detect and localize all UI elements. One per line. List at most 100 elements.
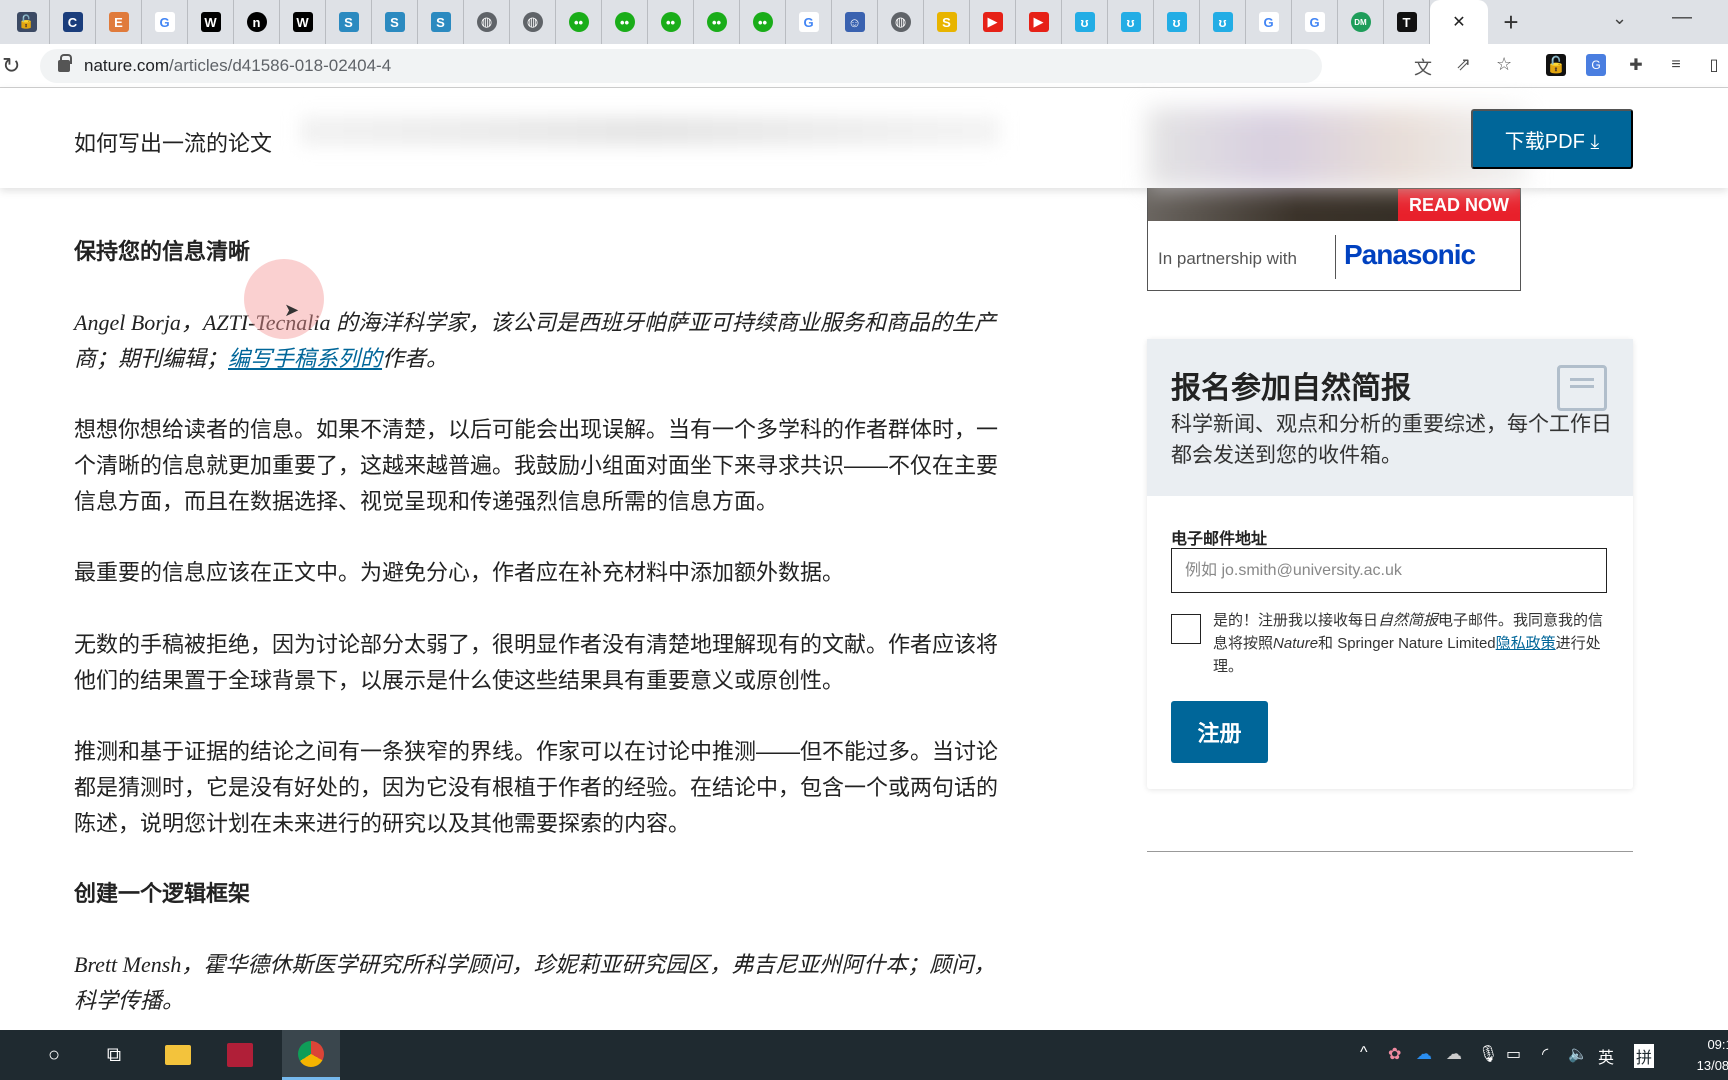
browser-tab[interactable]: ◍ <box>510 0 556 44</box>
browser-tab[interactable]: •• <box>694 0 740 44</box>
browser-tab[interactable]: ☺ <box>832 0 878 44</box>
browser-tab[interactable]: •• <box>556 0 602 44</box>
s-cube-icon: S <box>338 12 359 32</box>
reload-icon[interactable]: ↻ <box>2 53 20 79</box>
browser-tab[interactable]: S <box>924 0 970 44</box>
google-icon: G <box>1304 12 1325 32</box>
article-sticky-header: 如何写出一流的论文 下载PDF ⤓ <box>0 88 1728 188</box>
browser-tab[interactable]: C <box>50 0 96 44</box>
newsletter-title: 报名参加自然简报 <box>1171 372 1411 405</box>
browser-tab[interactable]: ◍ <box>464 0 510 44</box>
browser-tab[interactable]: G <box>1292 0 1338 44</box>
email-field[interactable] <box>1171 548 1607 593</box>
lock-open-icon: 🔓 <box>16 12 37 32</box>
new-tab-button[interactable]: + <box>1488 7 1534 38</box>
paragraph: 想想你想给读者的信息。如果不清楚，以后可能会出现误解。当有一个多学科的作者群体时… <box>74 417 999 514</box>
browser-tab[interactable]: G <box>142 0 188 44</box>
wifi-icon[interactable]: ◜ <box>1542 1044 1548 1064</box>
divider <box>1147 851 1633 852</box>
author-affiliation: ，霍华德休斯医学研究所科学顾问，珍妮莉亚研究园区，弗吉尼亚州阿什本；顾问，科学传… <box>74 952 996 1013</box>
bookmark-star-icon[interactable]: ☆ <box>1496 54 1512 75</box>
browser-tab[interactable]: •• <box>648 0 694 44</box>
mouse-pointer-icon: ➤ <box>284 300 300 320</box>
browser-tab[interactable]: G <box>1246 0 1292 44</box>
volume-icon[interactable]: 🔈 <box>1568 1044 1588 1064</box>
mendeley-icon[interactable] <box>222 1030 258 1080</box>
ime-mode[interactable]: 拼 <box>1634 1044 1655 1068</box>
close-tab-icon[interactable]: ✕ <box>1452 12 1465 32</box>
paragraph: 推测和基于证据的结论之间有一条狭窄的界线。作家可以在讨论中推测——但不能过多。当… <box>74 739 999 836</box>
browser-tab[interactable]: W <box>280 0 326 44</box>
download-pdf-button[interactable]: 下载PDF ⤓ <box>1471 109 1633 169</box>
cursor-highlight <box>244 259 324 339</box>
consent-checkbox[interactable] <box>1171 614 1201 644</box>
consent-part: 自然简报 <box>1378 612 1439 629</box>
envelope-icon <box>1557 365 1607 411</box>
globe-icon: ◍ <box>890 12 911 32</box>
cloud-icon[interactable]: ☁ <box>1446 1044 1462 1064</box>
writing-manuscripts-series-link[interactable]: 编写手稿系列的 <box>228 346 382 371</box>
browser-tab[interactable]: ▶ <box>1016 0 1062 44</box>
battery-icon[interactable]: ▭ <box>1506 1044 1521 1064</box>
onedrive-icon[interactable]: ☁ <box>1416 1044 1432 1064</box>
author-affiliation: ，AZTI-Tecnalia 的海洋科学家，该公司是西班牙帕萨亚可持续商业服务和… <box>74 310 996 371</box>
browser-tab[interactable]: ◍ <box>878 0 924 44</box>
c-logo-icon: C <box>62 12 83 32</box>
signup-button[interactable]: 注册 <box>1171 701 1268 763</box>
google-icon: G <box>154 12 175 32</box>
google-translate-extension-icon[interactable]: G <box>1586 54 1606 76</box>
wechat-icon: •• <box>706 12 727 32</box>
url-input[interactable]: nature.com/articles/d41586-018-02404-4 <box>40 49 1322 83</box>
tray-app-icon[interactable]: ✿ <box>1388 1044 1401 1064</box>
task-view-icon[interactable]: ⧉ <box>96 1030 132 1080</box>
ad-divider <box>1335 235 1336 279</box>
active-tab[interactable]: ✕ <box>1430 0 1488 44</box>
tab-search-chevron-icon[interactable]: ⌄ <box>1612 8 1627 29</box>
extension-lock-icon[interactable]: 🔓 <box>1546 54 1566 76</box>
read-now-button[interactable]: READ NOW <box>1398 189 1520 221</box>
browser-tab[interactable]: DM <box>1338 0 1384 44</box>
privacy-policy-link[interactable]: 隐私政策 <box>1496 635 1556 652</box>
ime-language[interactable]: 英 <box>1598 1044 1614 1068</box>
browser-tab[interactable]: S <box>372 0 418 44</box>
browser-tab[interactable]: n <box>234 0 280 44</box>
browser-tab[interactable]: ʊ <box>1154 0 1200 44</box>
chrome-taskbar-icon[interactable] <box>282 1030 340 1080</box>
browser-tab[interactable]: S <box>418 0 464 44</box>
browser-tab[interactable]: S <box>326 0 372 44</box>
media-control-icon[interactable]: ≡ <box>1666 54 1686 76</box>
browser-tab[interactable]: •• <box>602 0 648 44</box>
author-name: Brett Mensh <box>74 952 182 977</box>
browser-tab[interactable]: ʊ <box>1200 0 1246 44</box>
share-icon[interactable]: ⇗ <box>1456 54 1471 75</box>
lock-icon[interactable] <box>58 54 72 72</box>
email-label: 电子邮件地址 <box>1171 531 1268 548</box>
section-heading: 创建一个逻辑框架 <box>74 881 251 906</box>
extensions-puzzle-icon[interactable]: ✚ <box>1626 54 1646 76</box>
file-explorer-icon[interactable] <box>160 1030 196 1080</box>
system-clock[interactable]: 09:17 13/08/2 <box>1670 1034 1728 1076</box>
browser-tab[interactable]: W <box>188 0 234 44</box>
show-hidden-icons-chevron-icon[interactable]: ^ <box>1360 1044 1368 1062</box>
side-panel-icon[interactable]: ▯ <box>1704 54 1724 76</box>
newsletter-description: 科学新闻、观点和分析的重要综述，每个工作日都会发送到您的收件箱。 <box>1171 413 1612 467</box>
address-bar-row: ↻ nature.com/articles/d41586-018-02404-4… <box>0 44 1728 88</box>
browser-tab[interactable]: ʊ <box>1062 0 1108 44</box>
paragraph: 无数的手稿被拒绝，因为讨论部分太弱了，很明显作者没有清楚地理解现有的文献。作者应… <box>74 632 999 693</box>
minimize-button[interactable]: — <box>1672 6 1692 29</box>
browser-tab[interactable]: ʊ <box>1108 0 1154 44</box>
author-bio: Angel Borja，AZTI-Tecnalia 的海洋科学家，该公司是西班牙… <box>74 305 1014 377</box>
browser-tab[interactable]: •• <box>740 0 786 44</box>
browser-tab[interactable]: E <box>96 0 142 44</box>
microphone-icon[interactable]: 🎙 <box>1478 1044 1498 1064</box>
google-icon: G <box>1258 12 1279 32</box>
browser-tab[interactable]: T <box>1384 0 1430 44</box>
section-heading: 保持您的信息清晰 <box>74 239 251 264</box>
translate-icon[interactable]: 文 <box>1414 54 1432 80</box>
newsletter-header: 报名参加自然简报 科学新闻、观点和分析的重要综述，每个工作日都会发送到您的收件箱… <box>1147 339 1633 496</box>
browser-tab[interactable]: ▶ <box>970 0 1016 44</box>
browser-tab[interactable]: G <box>786 0 832 44</box>
browser-tab[interactable]: 🔓 <box>4 0 50 44</box>
cortana-icon[interactable]: ○ <box>36 1030 72 1080</box>
newsletter-signup-card: 报名参加自然简报 科学新闻、观点和分析的重要综述，每个工作日都会发送到您的收件箱… <box>1147 339 1633 789</box>
